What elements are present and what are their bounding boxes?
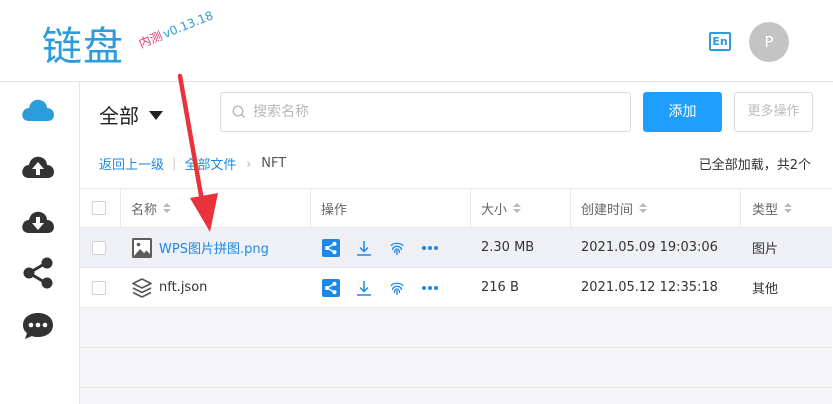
breadcrumb-current: NFT xyxy=(261,156,287,171)
column-name[interactable]: 名称 xyxy=(131,189,172,227)
version-tag: 内测 xyxy=(136,28,165,51)
avatar[interactable]: P xyxy=(749,22,789,62)
chat-icon xyxy=(23,313,53,339)
more-actions-button: 更多操作 xyxy=(734,92,813,132)
sort-icon xyxy=(639,203,648,213)
file-size: 216 B xyxy=(481,280,519,295)
chevron-right-icon: › xyxy=(246,156,252,171)
share-icon xyxy=(322,278,340,297)
back-link[interactable]: 返回上一级 xyxy=(99,154,164,173)
column-type[interactable]: 类型 xyxy=(752,189,793,227)
file-type: 图片 xyxy=(752,242,779,257)
row-checkbox[interactable] xyxy=(92,280,106,295)
caret-down-icon xyxy=(149,111,163,120)
sort-icon xyxy=(784,203,793,213)
page: 链盘 内测v0.13.18 En P 全部 搜索名称 添加 更多操作 返回上一级… xyxy=(0,0,833,404)
share-icon xyxy=(322,238,340,257)
table-row[interactable]: WPS图片拼图.png 2.30 MB 2021.05.09 19:03:06 … xyxy=(80,228,832,268)
column-created[interactable]: 创建时间 xyxy=(581,189,648,227)
sidebar xyxy=(0,82,80,404)
empty-row xyxy=(80,308,832,348)
table-header: 名称 操作 大小 创建时间 类型 xyxy=(80,188,832,229)
sort-icon xyxy=(163,203,172,213)
more-dots-icon xyxy=(422,245,438,250)
load-status: 已全部加载，共2个 xyxy=(698,158,811,173)
column-type-label: 类型 xyxy=(752,202,779,218)
file-size: 2.30 MB xyxy=(481,240,535,255)
add-button[interactable]: 添加 xyxy=(643,92,722,132)
empty-row xyxy=(80,348,832,388)
search-icon xyxy=(232,105,245,118)
search-box[interactable] xyxy=(220,92,631,132)
version-number: v0.13.18 xyxy=(160,8,216,42)
select-all-checkbox[interactable] xyxy=(92,201,106,215)
file-created: 2021.05.09 19:03:06 xyxy=(581,240,718,255)
scope-label: 全部 xyxy=(99,104,139,128)
download-button[interactable] xyxy=(354,278,374,298)
sidebar-item-messages[interactable] xyxy=(20,308,56,344)
file-name-link[interactable]: WPS图片拼图.png xyxy=(159,238,269,257)
language-button[interactable]: En xyxy=(709,32,731,51)
more-button[interactable] xyxy=(420,278,440,298)
more-button[interactable] xyxy=(420,238,440,258)
table-row[interactable]: nft.json 216 B 2021.05.12 12:35:18 其他 xyxy=(80,268,832,308)
column-name-label: 名称 xyxy=(131,202,158,218)
more-dots-icon xyxy=(422,285,438,290)
share-icon xyxy=(23,257,53,289)
sidebar-item-files[interactable] xyxy=(20,92,56,128)
file-name[interactable]: nft.json xyxy=(159,280,207,295)
column-created-label: 创建时间 xyxy=(581,202,634,218)
download-icon xyxy=(357,240,371,256)
breadcrumb-all-files[interactable]: 全部文件 xyxy=(184,154,236,173)
cloud-upload-icon xyxy=(22,156,54,178)
column-size[interactable]: 大小 xyxy=(481,189,522,227)
version-label: 内测v0.13.18 xyxy=(136,6,216,51)
share-button[interactable] xyxy=(321,278,341,298)
fingerprint-icon xyxy=(390,282,404,295)
breadcrumb-divider: | xyxy=(172,156,177,171)
main-content: 全部 添加 更多操作 返回上一级 | 全部文件 › NFT 已全部加载，共2个 xyxy=(80,82,833,404)
layers-file-icon xyxy=(132,277,152,298)
column-ops: 操作 xyxy=(321,189,347,227)
sort-icon xyxy=(513,203,522,213)
fingerprint-button[interactable] xyxy=(387,238,407,258)
file-created: 2021.05.12 12:35:18 xyxy=(581,280,718,295)
download-button[interactable] xyxy=(354,238,374,258)
header: 链盘 内测v0.13.18 En P xyxy=(0,0,833,82)
sidebar-item-share[interactable] xyxy=(20,255,56,291)
image-file-icon xyxy=(132,237,152,258)
fingerprint-icon xyxy=(390,242,404,255)
file-type: 其他 xyxy=(752,282,779,297)
fingerprint-button[interactable] xyxy=(387,278,407,298)
file-table: 名称 操作 大小 创建时间 类型 WPS图片拼图.png 2.30 MB 202… xyxy=(80,188,832,404)
breadcrumb: 返回上一级 | 全部文件 › NFT xyxy=(99,154,286,173)
search-input[interactable] xyxy=(253,104,613,120)
sidebar-item-download[interactable] xyxy=(20,203,56,239)
column-ops-label: 操作 xyxy=(321,202,348,218)
app-logo: 链盘 xyxy=(42,24,124,70)
cloud-download-icon xyxy=(22,211,54,233)
cloud-icon xyxy=(22,99,54,121)
row-checkbox[interactable] xyxy=(92,240,106,255)
share-button[interactable] xyxy=(321,238,341,258)
sidebar-item-upload[interactable] xyxy=(20,148,56,184)
column-size-label: 大小 xyxy=(481,202,508,218)
download-icon xyxy=(357,280,371,296)
scope-dropdown[interactable]: 全部 xyxy=(99,100,163,129)
